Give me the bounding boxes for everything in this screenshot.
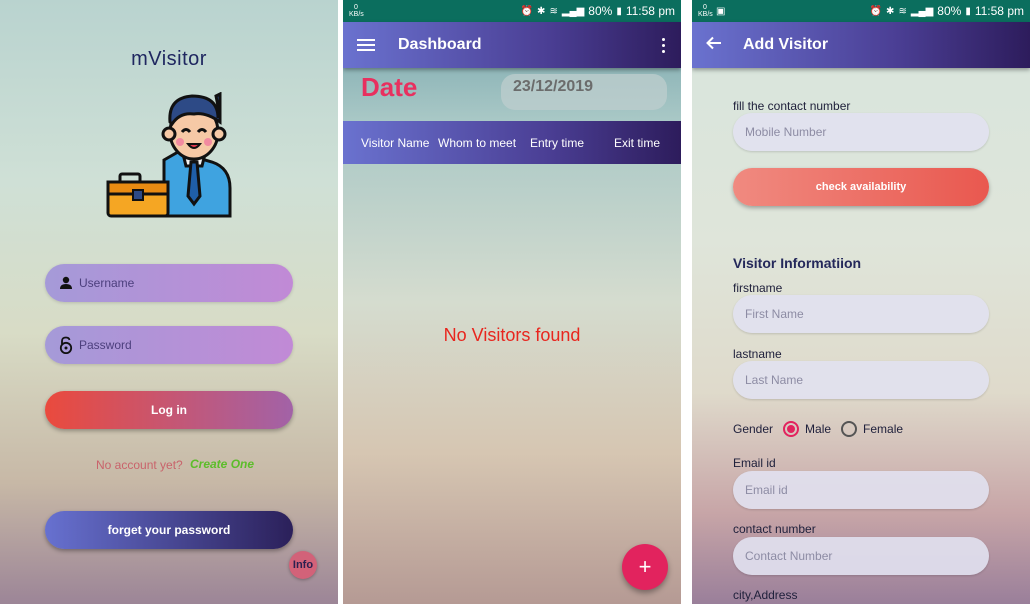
clock: 11:58 pm <box>625 4 675 18</box>
status-bar: 0 KB/s ▣ ⏰ ✱ ≋ ▂▄▆ 80% ▮ 11:58 pm <box>692 0 1030 22</box>
network-speed: 0 KB/s <box>349 4 364 18</box>
lock-icon <box>57 336 75 354</box>
battery-icon: ▮ <box>965 5 971 17</box>
gender-female-radio[interactable] <box>841 421 858 437</box>
login-screen: mVisitor Username Password Log in No acc… <box>0 0 338 604</box>
gender-label: Gender <box>733 422 774 436</box>
username-placeholder: Username <box>79 276 135 290</box>
person-icon <box>57 274 75 292</box>
network-speed-value: 0 <box>703 4 707 11</box>
network-speed-value: 0 <box>354 4 358 11</box>
bluetooth-icon: ✱ <box>886 5 895 17</box>
wifi-icon: ≋ <box>898 5 907 17</box>
image-notification-icon: ▣ <box>716 5 726 17</box>
network-speed-unit: KB/s <box>698 11 713 18</box>
lastname-label: lastname <box>733 347 782 361</box>
contact-number-label: contact number <box>733 522 816 536</box>
info-button[interactable]: Info <box>289 551 317 579</box>
mobile-number-input[interactable]: Mobile Number <box>733 113 989 151</box>
battery-level: 80% <box>937 4 962 18</box>
firstname-label: firstname <box>733 281 783 295</box>
column-entry-time: Entry time <box>530 136 585 150</box>
menu-icon[interactable] <box>357 39 375 51</box>
signal-icon: ▂▄▆ <box>561 5 585 17</box>
dashboard-app-bar: Dashboard <box>343 22 681 68</box>
column-visitor-name: Visitor Name <box>361 136 430 150</box>
alarm-icon: ⏰ <box>520 5 534 17</box>
check-availability-button[interactable]: check availability <box>733 168 989 206</box>
network-speed: 0 KB/s <box>698 4 713 18</box>
signal-icon: ▂▄▆ <box>910 5 934 17</box>
column-whom-to-meet: Whom to meet <box>438 136 517 150</box>
gender-male-radio[interactable] <box>783 421 800 437</box>
section-title: Visitor Informatiion <box>733 255 862 271</box>
first-name-input[interactable]: First Name <box>733 295 989 333</box>
alarm-icon: ⏰ <box>869 5 883 17</box>
battery-level: 80% <box>588 4 613 18</box>
visitor-table-header: Visitor Name Whom to meet Entry time Exi… <box>343 121 681 164</box>
column-exit-time: Exit time <box>614 136 661 150</box>
wifi-icon: ≋ <box>549 5 558 17</box>
empty-state-message: No Visitors found <box>443 325 581 345</box>
email-input[interactable]: Email id <box>733 471 989 509</box>
more-options-icon[interactable] <box>662 37 665 53</box>
login-button[interactable]: Log in <box>45 391 293 429</box>
forget-password-button[interactable]: forget your password <box>45 511 293 549</box>
contact-number-input[interactable]: Contact Number <box>733 537 989 575</box>
add-visitor-app-bar: Add Visitor <box>692 22 1030 68</box>
last-name-input[interactable]: Last Name <box>733 361 989 399</box>
network-speed-unit: KB/s <box>349 11 364 18</box>
dashboard-screen: 0 KB/s ⏰ ✱ ≋ ▂▄▆ 80% ▮ 11:58 pm Dashboar… <box>343 0 681 604</box>
date-label: Date <box>361 72 418 102</box>
add-visitor-button[interactable]: + <box>622 544 668 590</box>
no-account-text: No account yet? <box>96 458 183 472</box>
gender-female-label: Female <box>863 422 904 436</box>
email-label: Email id <box>733 456 776 470</box>
bluetooth-icon: ✱ <box>537 5 546 17</box>
create-account-link[interactable]: Create One <box>190 457 254 471</box>
dashboard-title: Dashboard <box>398 36 482 53</box>
password-input[interactable]: Password <box>45 326 293 364</box>
gender-selector: Gender Male Female <box>733 421 903 437</box>
add-visitor-screen: 0 KB/s ▣ ⏰ ✱ ≋ ▂▄▆ 80% ▮ 11:58 pm Add Vi… <box>692 0 1030 604</box>
username-input[interactable]: Username <box>45 264 293 302</box>
clock: 11:58 pm <box>974 4 1024 18</box>
app-title: mVisitor <box>131 48 207 70</box>
contact-prompt: fill the contact number <box>733 99 851 113</box>
back-arrow-icon[interactable] <box>706 36 722 55</box>
visitor-avatar-icon <box>106 92 232 218</box>
address-label: city,Address <box>733 588 798 602</box>
date-picker[interactable]: 23/12/2019 <box>501 74 667 110</box>
battery-icon: ▮ <box>616 5 622 17</box>
plus-icon: + <box>638 554 652 579</box>
password-placeholder: Password <box>79 338 132 352</box>
gender-male-label: Male <box>805 422 832 436</box>
add-visitor-title: Add Visitor <box>743 36 829 53</box>
status-bar: 0 KB/s ⏰ ✱ ≋ ▂▄▆ 80% ▮ 11:58 pm <box>343 0 681 22</box>
